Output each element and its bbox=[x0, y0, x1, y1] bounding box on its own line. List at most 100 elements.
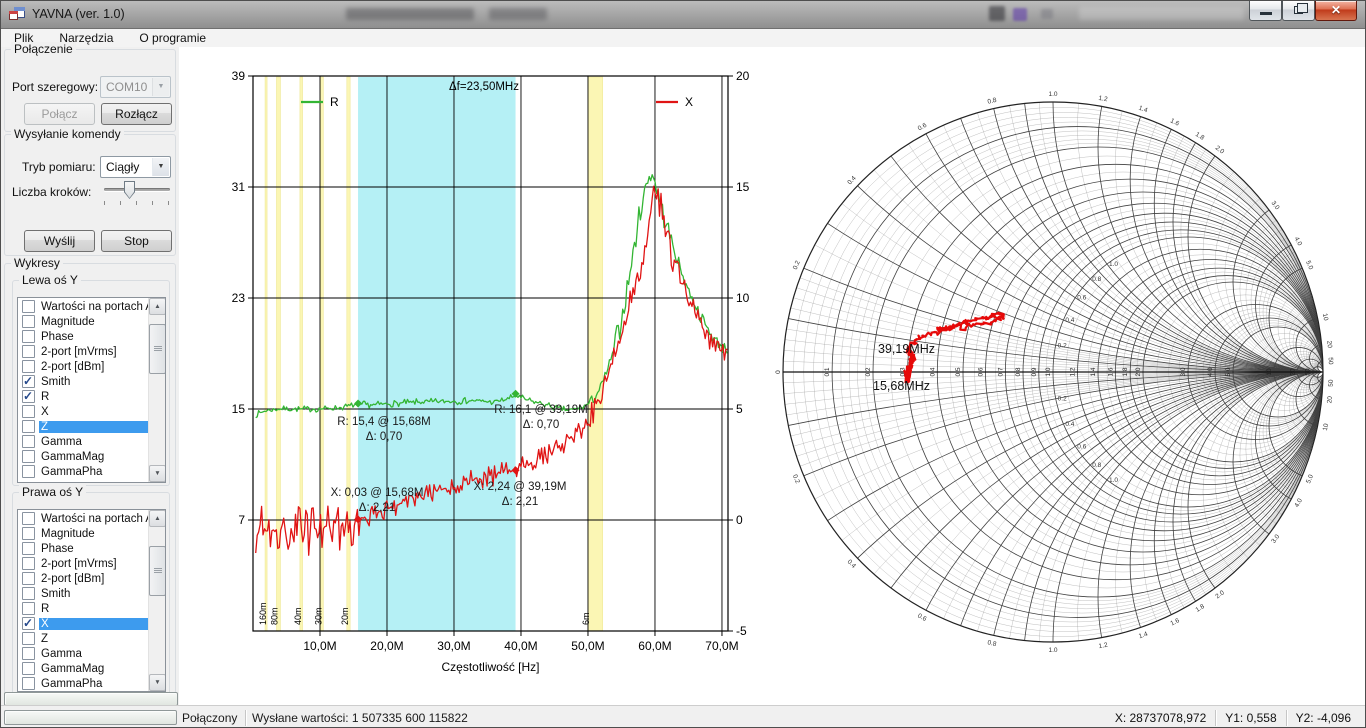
left-axis-listbox[interactable]: Wartości na portach ADC Magnitude Phase bbox=[17, 297, 166, 483]
list-item[interactable]: Wartości na portach ADC bbox=[19, 299, 148, 314]
checkbox[interactable] bbox=[22, 527, 35, 540]
checkbox[interactable] bbox=[22, 315, 35, 328]
checkbox[interactable] bbox=[22, 557, 35, 570]
list-item[interactable]: GammaMag bbox=[19, 661, 148, 676]
list-item[interactable]: Smith bbox=[19, 586, 148, 601]
svg-text:1.0: 1.0 bbox=[1048, 91, 1057, 98]
minimize-button[interactable] bbox=[1249, 1, 1282, 21]
list-item-label: Gamma bbox=[39, 648, 148, 660]
checkbox[interactable] bbox=[22, 542, 35, 555]
svg-text:0.4: 0.4 bbox=[1065, 317, 1074, 324]
menu-item[interactable]: O programie bbox=[126, 30, 219, 46]
list-item-label: Z bbox=[39, 421, 148, 433]
checkbox[interactable] bbox=[22, 647, 35, 660]
list-item[interactable]: GammaMag bbox=[19, 449, 148, 464]
list-item[interactable]: Z bbox=[19, 631, 148, 646]
serial-port-value: COM10 bbox=[106, 80, 147, 94]
checkbox[interactable] bbox=[22, 300, 35, 313]
list-item[interactable]: R bbox=[19, 389, 148, 404]
checkbox[interactable] bbox=[22, 587, 35, 600]
measure-mode-label: Tryb pomiaru: bbox=[22, 160, 96, 174]
svg-text:1.0: 1.0 bbox=[1045, 367, 1052, 376]
svg-text:50: 50 bbox=[1328, 379, 1335, 387]
checkbox[interactable] bbox=[22, 435, 35, 448]
list-item[interactable]: GammaPha bbox=[19, 676, 148, 691]
list-item[interactable]: Z bbox=[19, 419, 148, 434]
scroll-up-icon[interactable]: ▲ bbox=[149, 510, 166, 527]
right-axis-listbox[interactable]: Wartości na portach ADC Magnitude Phase bbox=[17, 509, 166, 692]
stop-button[interactable]: Stop bbox=[101, 230, 172, 252]
svg-text:40,0M: 40,0M bbox=[504, 639, 537, 653]
cursor-y2: Y2: -4,096 bbox=[1287, 711, 1360, 725]
list-item[interactable]: X bbox=[19, 616, 148, 631]
checkbox[interactable] bbox=[22, 572, 35, 585]
list-item[interactable]: Phase bbox=[19, 329, 148, 344]
list-item[interactable]: GammaPha bbox=[19, 464, 148, 479]
list-item[interactable]: Gamma bbox=[19, 434, 148, 449]
right-axis-group: Prawa oś Y Wartości na portach ADC Magni… bbox=[12, 492, 170, 695]
svg-text:1.8: 1.8 bbox=[1122, 367, 1129, 376]
list-item-label: Wartości na portach ADC bbox=[39, 513, 148, 525]
list-item-label: X bbox=[39, 406, 148, 418]
list-item[interactable]: Smith bbox=[19, 374, 148, 389]
list-item[interactable]: X bbox=[19, 404, 148, 419]
cursor-y1: Y1: 0,558 bbox=[1216, 711, 1285, 725]
svg-text:7: 7 bbox=[238, 513, 245, 527]
checkbox[interactable] bbox=[22, 662, 35, 675]
checkbox[interactable] bbox=[22, 632, 35, 645]
list-item[interactable]: Magnitude bbox=[19, 314, 148, 329]
slider-track[interactable] bbox=[104, 188, 170, 191]
checkbox[interactable] bbox=[22, 420, 35, 433]
scroll-up-icon[interactable]: ▲ bbox=[149, 298, 166, 315]
close-button[interactable]: ✕ bbox=[1315, 1, 1357, 21]
checkbox[interactable] bbox=[22, 375, 35, 388]
list-item-label: GammaMag bbox=[39, 663, 148, 675]
checkbox[interactable] bbox=[22, 405, 35, 418]
list-item[interactable]: 2-port [mVrms] bbox=[19, 556, 148, 571]
list-item[interactable]: 2-port [dBm] bbox=[19, 571, 148, 586]
scrollbar-thumb[interactable] bbox=[149, 324, 166, 374]
checkbox[interactable] bbox=[22, 617, 35, 630]
titlebar-ghost bbox=[1079, 7, 1244, 20]
checkbox[interactable] bbox=[22, 602, 35, 615]
checkbox[interactable] bbox=[22, 390, 35, 403]
scroll-down-icon[interactable]: ▼ bbox=[149, 465, 166, 482]
svg-text:1.4: 1.4 bbox=[1138, 105, 1149, 115]
list-item[interactable]: Phase bbox=[19, 541, 148, 556]
checkbox[interactable] bbox=[22, 450, 35, 463]
connect-button[interactable]: Połącz bbox=[24, 103, 95, 125]
status-progressbar bbox=[4, 710, 177, 725]
svg-text:Δ: 2,21: Δ: 2,21 bbox=[502, 496, 538, 508]
steps-slider[interactable] bbox=[102, 179, 172, 207]
list-item[interactable]: Magnitude bbox=[19, 526, 148, 541]
app-window: YAVNA (ver. 1.0) ✕ PlikNarzędziaO progra… bbox=[0, 0, 1366, 728]
frequency-chart[interactable]: 39312315720151050-510,0M20,0M30,0M40,0M5… bbox=[179, 47, 761, 705]
list-item[interactable]: Wartości na portach ADC bbox=[19, 511, 148, 526]
send-command-group-label: Wysyłanie komendy bbox=[11, 127, 124, 141]
checkbox[interactable] bbox=[22, 345, 35, 358]
checkbox[interactable] bbox=[22, 330, 35, 343]
checkbox[interactable] bbox=[22, 360, 35, 373]
scroll-down-icon[interactable]: ▼ bbox=[149, 674, 166, 691]
restore-button[interactable] bbox=[1282, 1, 1315, 21]
left-axis-group-label: Lewa oś Y bbox=[19, 273, 81, 287]
checkbox[interactable] bbox=[22, 512, 35, 525]
scrollbar-thumb[interactable] bbox=[149, 546, 166, 596]
svg-text:2.0: 2.0 bbox=[1214, 589, 1226, 600]
checkbox[interactable] bbox=[22, 465, 35, 478]
serial-port-combobox[interactable]: COM10 ▼ bbox=[100, 76, 171, 98]
list-item[interactable]: Gamma bbox=[19, 646, 148, 661]
smith-chart[interactable]: 00.10.20.30.40.50.60.70.80.91.01.21.41.6… bbox=[761, 47, 1366, 705]
list-item[interactable]: 2-port [dBm] bbox=[19, 359, 148, 374]
list-item[interactable]: 2-port [mVrms] bbox=[19, 344, 148, 359]
measure-mode-combobox[interactable]: Ciągły ▼ bbox=[100, 156, 171, 178]
checkbox[interactable] bbox=[22, 677, 35, 690]
svg-text:60,0M: 60,0M bbox=[638, 639, 671, 653]
scrollbar[interactable]: ▲ ▼ bbox=[148, 298, 165, 482]
send-button[interactable]: Wyślij bbox=[24, 230, 95, 252]
svg-text:23: 23 bbox=[232, 291, 246, 305]
svg-text:5: 5 bbox=[736, 402, 743, 416]
disconnect-button[interactable]: Rozłącz bbox=[101, 103, 172, 125]
scrollbar[interactable]: ▲ ▼ bbox=[148, 510, 165, 691]
list-item[interactable]: R bbox=[19, 601, 148, 616]
